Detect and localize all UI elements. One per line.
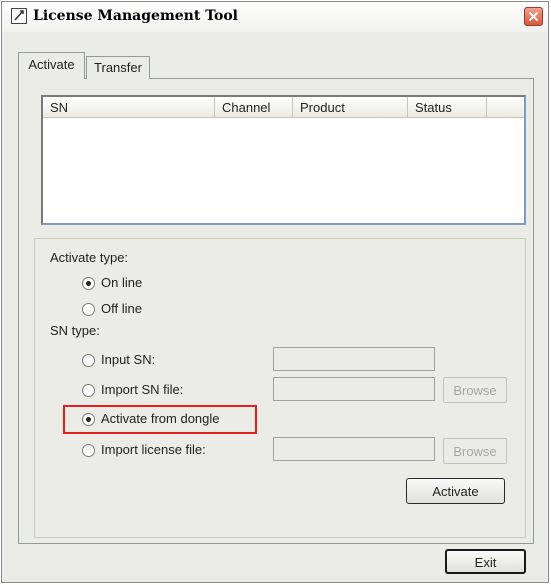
- sn-type-label: SN type:: [50, 323, 100, 338]
- import-sn-file-radio-label[interactable]: Import SN file:: [101, 382, 183, 397]
- input-sn-field[interactable]: [273, 347, 435, 371]
- import-license-file-radio[interactable]: [82, 444, 95, 457]
- activate-type-label: Activate type:: [50, 250, 129, 265]
- offline-radio-label[interactable]: Off line: [101, 301, 142, 316]
- close-icon[interactable]: [524, 7, 543, 26]
- tab-activate[interactable]: Activate: [18, 52, 85, 79]
- sn-file-path-field[interactable]: [273, 377, 435, 401]
- activate-button[interactable]: Activate: [406, 478, 505, 504]
- license-file-path-field[interactable]: [273, 437, 435, 461]
- radio-selected-dot: [86, 281, 91, 286]
- exit-button[interactable]: Exit: [445, 549, 526, 574]
- list-header: SN Channel Product Status: [43, 97, 524, 118]
- import-sn-file-radio[interactable]: [82, 384, 95, 397]
- column-header-channel[interactable]: Channel: [215, 97, 293, 117]
- input-sn-radio[interactable]: [82, 354, 95, 367]
- online-radio-label[interactable]: On line: [101, 275, 142, 290]
- sn-list[interactable]: SN Channel Product Status: [41, 95, 526, 225]
- browse-license-file-button[interactable]: Browse: [443, 438, 507, 464]
- input-sn-radio-label[interactable]: Input SN:: [101, 352, 155, 367]
- tab-transfer[interactable]: Transfer: [86, 56, 150, 79]
- browse-sn-file-button[interactable]: Browse: [443, 377, 507, 403]
- online-radio[interactable]: [82, 277, 95, 290]
- app-tool-icon: [11, 8, 27, 24]
- title-bar[interactable]: License Management Tool: [2, 2, 548, 32]
- offline-radio[interactable]: [82, 303, 95, 316]
- window-title: License Management Tool: [33, 8, 238, 24]
- column-header-status[interactable]: Status: [408, 97, 487, 117]
- column-header-product[interactable]: Product: [293, 97, 408, 117]
- column-header-sn[interactable]: SN: [43, 97, 215, 117]
- import-license-file-radio-label[interactable]: Import license file:: [101, 442, 206, 457]
- highlight-box: [63, 405, 257, 434]
